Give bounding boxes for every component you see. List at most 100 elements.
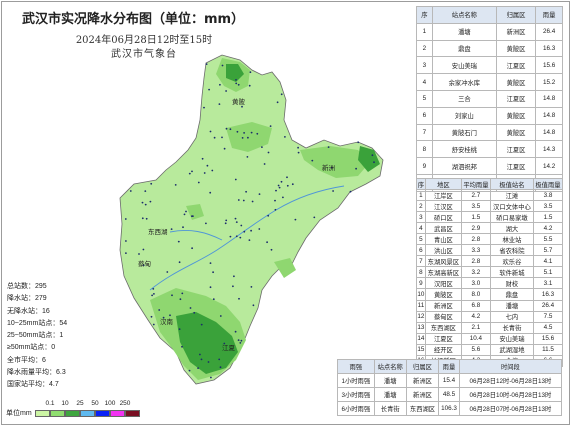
- station-dot: [151, 294, 154, 297]
- station-dot: [193, 311, 196, 314]
- cell: 4.2: [532, 222, 564, 235]
- place-label-xinzhou: 新洲: [322, 163, 335, 172]
- table-row: 9 汉阳区 3.0 财校 3.1: [416, 277, 564, 290]
- cell: 东湖高新区: [424, 266, 462, 279]
- cell: 15: [416, 343, 426, 356]
- station-dot: [141, 201, 144, 204]
- cell: 5.5: [532, 233, 564, 246]
- table-row: 6 刘家山 黄陂区 14.8: [416, 106, 563, 125]
- station-dot: [313, 216, 316, 219]
- table-row: 3 硚口区 1.5 硚口易家墩 1.5: [416, 211, 564, 224]
- cell: 3.1: [532, 277, 564, 290]
- legend-swatch: [80, 410, 95, 417]
- place-label-huangpi: 黄陂: [232, 97, 246, 106]
- station-dot: [212, 271, 215, 274]
- header-average: 平均雨量: [460, 177, 491, 191]
- cell-rank: 1: [416, 22, 433, 41]
- station-dot: [185, 210, 187, 213]
- table-header-row: 序 地区 平均雨量 极值站名 极值雨量: [416, 177, 564, 191]
- table-row: 6小时雨强 长青街 东西湖区 106.3 06月28日07时-06月28日13时: [337, 401, 563, 416]
- station-dot: [270, 248, 273, 251]
- cell: 林业站: [489, 233, 534, 246]
- cell: 26.4: [532, 299, 564, 312]
- cell: 13: [416, 321, 426, 334]
- cell-rank: 7: [416, 123, 433, 142]
- cell: 蔡甸区: [424, 310, 462, 323]
- cell: 东湖风景区: [424, 255, 462, 268]
- header-district: 归属区: [405, 359, 440, 374]
- station-dot: [200, 358, 203, 361]
- station-dot: [234, 330, 237, 333]
- station-dot: [224, 222, 227, 225]
- stat-over-50: ≥50mm站点：0: [7, 344, 56, 352]
- top-stations-table: 序 站点名称 归属区 雨量 1 潘塘 新洲区 26.4 2 鼎盘 黄陂区 16.3 3 安山美…: [416, 6, 563, 192]
- cell: 潘塘: [489, 299, 534, 312]
- station-dot: [258, 228, 261, 230]
- station-dot: [191, 247, 194, 250]
- station-dot: [282, 196, 284, 199]
- station-dot: [248, 84, 251, 87]
- table-row: 14 江夏区 10.4 安山美瑞 15.6: [416, 332, 564, 345]
- station-dot: [188, 369, 191, 372]
- legend-tick: 25: [76, 400, 84, 407]
- header-intensity: 雨强: [337, 359, 375, 374]
- station-dot: [158, 309, 161, 311]
- cell-district: 黄陂区: [495, 123, 537, 142]
- cell: 7.5: [532, 310, 564, 323]
- cell: 洪山区: [424, 244, 462, 257]
- station-dot: [235, 79, 237, 81]
- cell: 2.8: [460, 233, 491, 246]
- station-dot: [206, 164, 209, 167]
- cell-rank: 4: [416, 73, 433, 91]
- cell: 5.1: [532, 266, 564, 279]
- cell-rainfall: 15.6: [535, 56, 563, 75]
- cell-rainfall: 15.2: [535, 73, 563, 91]
- station-dot: [221, 136, 223, 139]
- station-dot: [237, 339, 240, 341]
- station-dot: [218, 103, 221, 105]
- cell: 9: [416, 277, 426, 290]
- station-dot: [181, 292, 184, 295]
- station-dot: [199, 353, 201, 356]
- station-dot: [225, 219, 228, 222]
- station-dot: [150, 182, 153, 185]
- station-dot: [232, 285, 234, 288]
- station-dot: [138, 253, 140, 255]
- cell: 硚口易家墩: [489, 211, 534, 224]
- cell-station: 鼎盘: [431, 39, 497, 58]
- station-dot: [125, 240, 127, 242]
- station-dot: [280, 180, 283, 183]
- station-dot: [171, 294, 173, 297]
- station-dot: [266, 241, 268, 244]
- stat-dry-stations: 无降水站：16: [7, 307, 50, 315]
- station-dot: [233, 275, 235, 278]
- station-dot: [327, 146, 330, 149]
- station-dot: [311, 159, 314, 162]
- station-dot: [208, 88, 211, 91]
- cell: 江夏区: [424, 332, 462, 345]
- cell: 3.5: [460, 200, 491, 213]
- cell-rank: 6: [416, 106, 433, 125]
- place-label-jiangxia: 江夏: [222, 344, 236, 352]
- cell: 4.2: [460, 310, 491, 323]
- station-dot: [221, 64, 224, 67]
- cell-rainfall: 14.2: [535, 157, 563, 175]
- cell-district: 江夏区: [495, 157, 537, 175]
- cell: 3.2: [460, 266, 491, 279]
- station-dot: [235, 221, 238, 224]
- stat-rain-stations: 降水站：279: [7, 295, 47, 303]
- table-header-row: 序 站点名称 归属区 雨量: [416, 6, 563, 24]
- station-dot: [291, 183, 294, 186]
- cell: 11: [416, 299, 426, 312]
- station-dot: [191, 170, 193, 173]
- station-dot: [297, 151, 300, 154]
- station-dot: [276, 101, 279, 104]
- cell: 3.0: [460, 277, 491, 290]
- cell: 15.4: [438, 373, 460, 388]
- station-dot: [183, 213, 186, 216]
- max-intensity-table: 雨强 站点名称 归属区 雨量 时间段 1小时雨强 潘塘 新洲区 15.4 06月28日1…: [337, 359, 563, 416]
- stat-25-50: 25~50mm站点：1: [7, 332, 64, 340]
- station-dot: [249, 71, 252, 74]
- table-row: 1 潘塘 新洲区 26.4: [416, 22, 563, 41]
- cell: 06月28日10时-06月28日13时: [458, 387, 563, 402]
